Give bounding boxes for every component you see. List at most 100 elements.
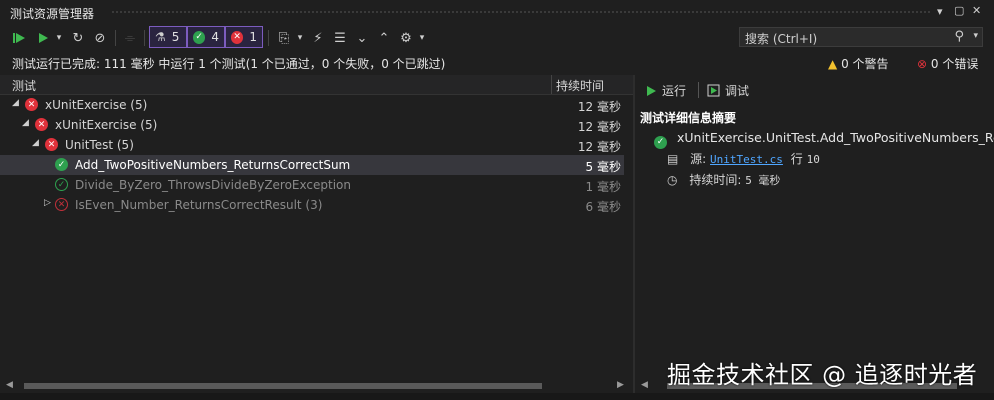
horizontal-scrollbar[interactable]: ◀ ▶ <box>0 380 633 392</box>
vertical-scrollbar[interactable] <box>624 95 633 380</box>
tree-row[interactable]: ✓ Divide_ByZero_ThrowsDivideByZeroExcept… <box>0 175 624 195</box>
window-title: 测试资源管理器 <box>10 7 95 21</box>
tree-row-label: Add_TwoPositiveNumbers_ReturnsCorrectSum <box>75 158 351 172</box>
passed-count: 4 <box>211 30 219 44</box>
errors-text: 0 个错误 <box>930 57 979 71</box>
total-count: 5 <box>171 30 180 44</box>
settings-dropdown-icon[interactable]: ▾ <box>416 28 428 48</box>
run-all-icon[interactable] <box>10 28 30 48</box>
column-header-test[interactable]: 测试 <box>12 77 36 94</box>
window-title-bar: 测试资源管理器 ▾ ▢ ✕ <box>0 0 994 24</box>
tree-row[interactable]: ◢ ✕ xUnitExercise (5) 12 毫秒 <box>0 95 624 115</box>
failed-icon: ✕ <box>35 118 48 131</box>
failed-icon: ✕ <box>25 98 38 111</box>
passed-icon: ✓ <box>55 178 68 191</box>
passed-icon: ✓ <box>55 158 68 171</box>
detail-run-label: 运行 <box>662 84 687 98</box>
tree-row-label: xUnitExercise (5) <box>45 98 148 112</box>
tree-row-duration: 5 毫秒 <box>585 160 621 174</box>
expanded-arrow-icon[interactable]: ◢ <box>32 138 39 148</box>
warnings-text: 0 个警告 <box>841 57 889 71</box>
duration-value: 5 毫秒 <box>745 174 781 187</box>
detail-summary-title: 测试详细信息摘要 <box>640 111 737 125</box>
source-label: 源: <box>690 152 707 166</box>
source-file-link[interactable]: UnitTest.cs <box>710 153 783 166</box>
toolbar-separator <box>268 30 269 46</box>
playlist-icon[interactable]: ⎘ <box>274 28 294 48</box>
detail-run-button[interactable]: 运行 <box>645 82 686 99</box>
playlist-dropdown-icon[interactable]: ▾ <box>294 28 306 48</box>
run-status-message: 测试运行已完成: 111 毫秒 中运行 1 个测试(1 个已通过，0 个失败，0… <box>12 57 446 71</box>
filter-disabled-icon: ⌯ <box>124 30 136 46</box>
watermark-text: 掘金技术社区 @ 追逐时光者 <box>667 361 978 389</box>
failed-icon: ✕ <box>45 138 58 151</box>
detail-toolbar-separator <box>698 82 699 98</box>
collapsed-arrow-icon[interactable]: ▷ <box>44 198 51 208</box>
tree-row-duration: 1 毫秒 <box>585 180 621 194</box>
expanded-arrow-icon[interactable]: ◢ <box>22 118 29 128</box>
title-drag-area[interactable] <box>112 11 930 13</box>
cancel-run-icon[interactable]: ⊘ <box>90 28 110 48</box>
expanded-arrow-icon[interactable]: ◢ <box>12 98 19 108</box>
tree-row-label: UnitTest (5) <box>65 138 134 152</box>
passed-icon: ✓ <box>654 135 667 149</box>
column-header: 测试 持续时间 <box>0 75 633 95</box>
run-icon[interactable] <box>33 28 53 48</box>
flask-icon: ⚗ <box>155 30 166 44</box>
search-options-dropdown-icon[interactable]: ▾ <box>973 31 978 41</box>
expand-all-icon[interactable]: ⌄ <box>352 28 372 48</box>
error-icon: ⊗ <box>917 57 928 71</box>
toolbar-separator <box>115 30 116 46</box>
restore-window-icon[interactable]: ▢ <box>954 4 964 17</box>
scrollbar-thumb[interactable] <box>24 383 542 389</box>
tree-row-selected[interactable]: ✓ Add_TwoPositiveNumbers_ReturnsCorrectS… <box>0 155 624 175</box>
tree-row[interactable]: ▷ ✕ IsEven_Number_ReturnsCorrectResult (… <box>0 195 624 215</box>
run-after-build-icon[interactable]: ⚡ <box>308 28 328 48</box>
detail-test-name-row: ✓ xUnitExercise.UnitTest.Add_TwoPositive… <box>654 130 994 149</box>
passed-tests-filter[interactable]: ✓ 4 <box>187 26 225 48</box>
tree-row-label: Divide_ByZero_ThrowsDivideByZeroExceptio… <box>75 178 351 192</box>
toolbar-separator <box>144 30 145 46</box>
group-by-icon[interactable]: ☰ <box>330 28 350 48</box>
tree-row[interactable]: ◢ ✕ xUnitExercise (5) 12 毫秒 <box>0 115 624 135</box>
search-box[interactable]: 搜索 (Ctrl+I) ⚲ ▾ <box>739 27 983 47</box>
dropdown-window-icon[interactable]: ▾ <box>937 5 943 18</box>
tree-row-duration: 12 毫秒 <box>577 120 621 134</box>
scroll-left-icon[interactable]: ◀ <box>6 380 13 390</box>
detail-source-row: ▤ 源: UnitTest.cs 行 10 <box>667 150 820 167</box>
source-file-icon: ▤ <box>667 152 679 166</box>
close-window-icon[interactable]: ✕ <box>972 4 981 17</box>
total-tests-filter[interactable]: ⚗ 5 <box>149 26 187 48</box>
bottom-edge <box>0 393 994 400</box>
column-header-duration[interactable]: 持续时间 <box>556 77 604 94</box>
detail-debug-label: 调试 <box>725 84 750 98</box>
warnings-indicator[interactable]: ▲ 0 个警告 <box>828 55 889 72</box>
line-label: 行 <box>790 152 803 166</box>
scroll-left-icon[interactable]: ◀ <box>641 380 648 390</box>
tree-row-label: xUnitExercise (5) <box>55 118 158 132</box>
search-input[interactable]: 搜索 (Ctrl+I) <box>745 30 817 47</box>
passed-icon: ✓ <box>193 30 206 44</box>
run-dropdown-icon[interactable]: ▾ <box>53 28 65 48</box>
errors-indicator[interactable]: ⊗ 0 个错误 <box>917 55 978 72</box>
tree-row-label: IsEven_Number_ReturnsCorrectResult (3) <box>75 198 323 212</box>
duration-label: 持续时间: <box>689 173 742 187</box>
tree-row[interactable]: ◢ ✕ UnitTest (5) 12 毫秒 <box>0 135 624 155</box>
line-number: 10 <box>806 153 820 166</box>
repeat-run-icon[interactable]: ↻ <box>68 28 88 48</box>
failed-icon: ✕ <box>231 30 244 44</box>
column-splitter[interactable] <box>551 75 552 94</box>
debug-icon <box>707 84 720 97</box>
gear-icon[interactable]: ⚙ <box>396 28 416 48</box>
failed-tests-filter[interactable]: ✕ 1 <box>225 26 263 48</box>
search-icon[interactable]: ⚲ <box>954 29 964 44</box>
detail-debug-button[interactable]: 调试 <box>707 82 749 99</box>
collapse-all-icon[interactable]: ⌃ <box>374 28 394 48</box>
failed-icon: ✕ <box>55 198 68 211</box>
tree-row-duration: 6 毫秒 <box>585 200 621 214</box>
detail-duration-row: ◷ 持续时间: 5 毫秒 <box>667 171 780 188</box>
scroll-right-icon[interactable]: ▶ <box>617 380 624 390</box>
detail-test-name: xUnitExercise.UnitTest.Add_TwoPositiveNu… <box>676 130 994 145</box>
run-icon <box>647 85 656 96</box>
failed-count: 1 <box>249 30 257 44</box>
